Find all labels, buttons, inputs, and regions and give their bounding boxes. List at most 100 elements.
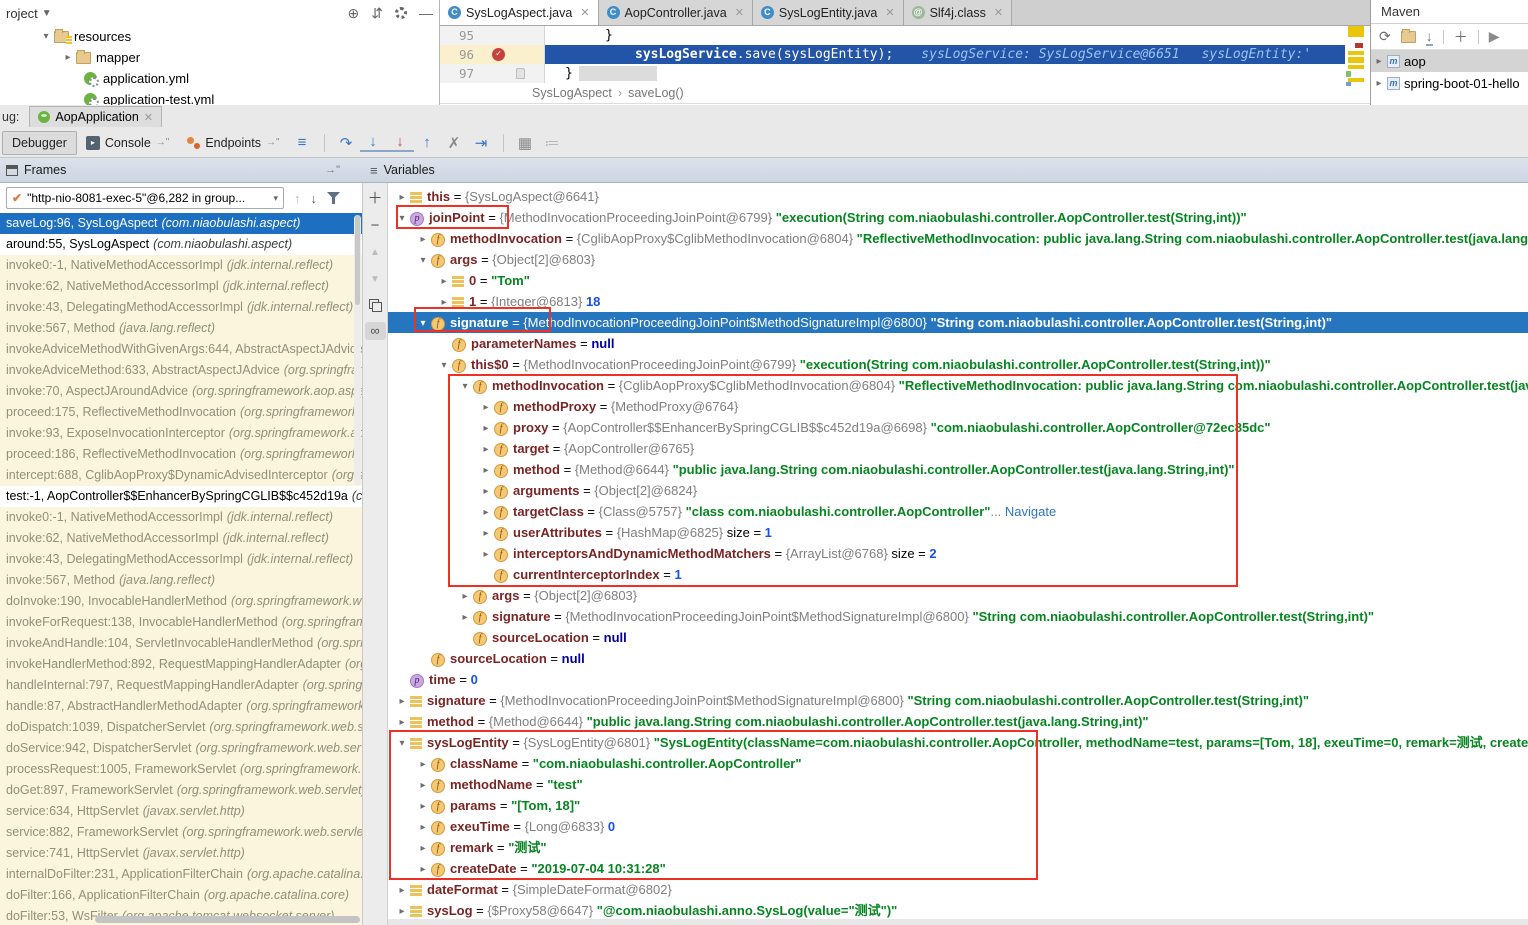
- chevron-right-icon[interactable]: ▸: [478, 523, 494, 543]
- variable-row-userAttributes[interactable]: ▸ f userAttributes = {HashMap@6825} size =…: [388, 522, 1528, 543]
- chevron-right-icon[interactable]: ▸: [415, 775, 431, 795]
- chevron-right-icon[interactable]: ▸: [394, 880, 410, 900]
- variable-row-params[interactable]: ▸ f params = "[Tom, 18]": [388, 795, 1528, 816]
- frame-row[interactable]: invokeHandlerMethod:892, RequestMappingH…: [0, 654, 362, 675]
- frame-row[interactable]: invoke:70, AspectJAroundAdvice (org.sprin…: [0, 381, 362, 402]
- show-options-icon[interactable]: →": [156, 137, 170, 148]
- close-icon[interactable]: ✕: [994, 6, 1003, 19]
- chevron-right-icon[interactable]: ▸: [415, 859, 431, 879]
- chevron-right-icon[interactable]: ▸: [457, 607, 473, 627]
- chevron-down-icon[interactable]: ▼: [42, 8, 52, 19]
- move-up-icon[interactable]: ▲: [370, 245, 380, 261]
- maven-item-spring-boot[interactable]: ▸ m spring-boot-01-hello: [1371, 72, 1528, 94]
- frame-row[interactable]: handleInternal:797, RequestMappingHandle…: [0, 675, 362, 696]
- variable-row-signature[interactable]: ▾ f signature = {MethodInvocationProceedin…: [388, 312, 1528, 333]
- breakpoint-icon[interactable]: ✓: [492, 48, 505, 61]
- variable-row-proxy[interactable]: ▸ f proxy = {AopController$$EnhancerBySpri…: [388, 417, 1528, 438]
- variable-row-methodProxy[interactable]: ▸ f methodProxy = {MethodProxy@6764}: [388, 396, 1528, 417]
- hide-library-frames-icon[interactable]: [327, 192, 340, 204]
- duplicate-icon[interactable]: [369, 299, 382, 312]
- variable-row-createDate[interactable]: ▸ f createDate = "2019-07-04 10:31:28": [388, 858, 1528, 879]
- frame-row[interactable]: doInvoke:190, InvocableHandlerMethod (org…: [0, 591, 362, 612]
- tab-syslogentity[interactable]: C SysLogEntity.java ✕: [752, 0, 904, 25]
- frame-row[interactable]: invoke:43, DelegatingMethodAccessorImpl(…: [0, 549, 362, 570]
- variable-row-method[interactable]: ▸ method = {Method@6644} "public java.lan…: [388, 711, 1528, 732]
- hide-panel-icon[interactable]: —: [419, 5, 433, 21]
- frame-row[interactable]: intercept:688, CglibAopProxy$DynamicAdvi…: [0, 465, 362, 486]
- variable-row-className[interactable]: ▸ f className = "com.niaobulashi.controlle…: [388, 753, 1528, 774]
- chevron-right-icon[interactable]: ▸: [478, 460, 494, 480]
- variable-row-joinPoint[interactable]: ▾ p joinPoint = {MethodInvocationProceedin…: [388, 207, 1528, 228]
- force-step-into-icon[interactable]: ↓: [386, 133, 414, 152]
- tab-syslogaspect[interactable]: C SysLogAspect.java ✕: [440, 0, 599, 25]
- debug-session-tab[interactable]: AopApplication ✕: [29, 106, 163, 127]
- stripe-mark[interactable]: [1346, 82, 1351, 86]
- chevron-right-icon[interactable]: ▸: [478, 397, 494, 417]
- frame-row[interactable]: invoke0:-1, NativeMethodAccessorImpl (jdk…: [0, 255, 362, 276]
- variable-row-methodName[interactable]: ▸ f methodName = "test": [388, 774, 1528, 795]
- chevron-right-icon[interactable]: ▸: [457, 586, 473, 606]
- chevron-right-icon[interactable]: ▸: [394, 901, 410, 921]
- tab-slf4j[interactable]: @ Slf4j.class ✕: [903, 0, 1013, 25]
- frame-row[interactable]: service:741, HttpServlet (javax.servlet.h…: [0, 843, 362, 864]
- collapse-all-icon[interactable]: ⇵: [371, 5, 383, 22]
- breadcrumb-method[interactable]: saveLog(): [628, 86, 684, 100]
- step-over-icon[interactable]: ↷: [333, 134, 360, 152]
- show-options-icon[interactable]: →": [266, 137, 280, 148]
- frame-row[interactable]: proceed:186, ReflectiveMethodInvocation(…: [0, 444, 362, 465]
- frame-row[interactable]: invokeAdviceMethod:633, AbstractAspectJA…: [0, 360, 362, 381]
- chevron-right-icon[interactable]: ▸: [415, 754, 431, 774]
- chevron-down-icon[interactable]: ▾: [457, 376, 473, 396]
- frame-row[interactable]: invoke:62, NativeMethodAccessorImpl (jdk.…: [0, 528, 362, 549]
- next-frame-icon[interactable]: ↓: [311, 191, 318, 206]
- chevron-right-icon[interactable]: ▸: [478, 481, 494, 501]
- breadcrumb[interactable]: SysLogAspect › saveLog(): [440, 83, 1370, 104]
- variable-row-parameterNames[interactable]: f parameterNames = null: [388, 333, 1528, 354]
- chevron-right-icon[interactable]: ▸: [394, 187, 410, 207]
- gear-icon[interactable]: [395, 7, 407, 19]
- close-icon[interactable]: ✕: [885, 6, 894, 19]
- chevron-right-icon[interactable]: ▸: [415, 229, 431, 249]
- frame-row[interactable]: invoke:43, DelegatingMethodAccessorImpl(…: [0, 297, 362, 318]
- variable-row-signature[interactable]: ▸ f signature = {MethodInvocationProceedin…: [388, 606, 1528, 627]
- frame-row[interactable]: doFilter:166, ApplicationFilterChain (org…: [0, 885, 362, 906]
- chevron-right-icon[interactable]: ▸: [1371, 56, 1387, 67]
- variable-row-sysLog[interactable]: ▸ sysLog = {$Proxy58@6647} "@com.niaobula…: [388, 900, 1528, 921]
- settings-icon[interactable]: ≔: [539, 134, 566, 152]
- frame-row[interactable]: invoke:567, Method (java.lang.reflect): [0, 318, 362, 339]
- variable-row-0[interactable]: ▸ 0 = "Tom": [388, 270, 1528, 291]
- variable-row-methodInvocation[interactable]: ▾ f methodInvocation = {CglibAopProxy$Cgli…: [388, 375, 1528, 396]
- chevron-down-icon[interactable]: ▾: [394, 733, 410, 753]
- frame-row[interactable]: internalDoFilter:231, ApplicationFilterC…: [0, 864, 362, 885]
- variable-row-sysLogEntity[interactable]: ▾ sysLogEntity = {SysLogEntity@6801} "Sys…: [388, 732, 1528, 753]
- code-area[interactable]: 95 } 96 ✓ sysLogService.save(sysLogEntit…: [440, 26, 1370, 83]
- add-watch-icon[interactable]: ＋: [367, 191, 382, 207]
- stripe-mark[interactable]: [1348, 26, 1364, 37]
- frame-row[interactable]: doDispatch:1039, DispatcherServlet (org.s…: [0, 717, 362, 738]
- close-icon[interactable]: ✕: [735, 6, 744, 19]
- frame-row[interactable]: invokeAndHandle:104, ServletInvocableHan…: [0, 633, 362, 654]
- tree-item-resources[interactable]: ▾ resources: [0, 26, 439, 47]
- navigate-link[interactable]: Navigate: [1005, 504, 1056, 519]
- gutter[interactable]: 97: [440, 64, 545, 83]
- add-icon[interactable]: ＋: [1454, 27, 1468, 47]
- code-line-97[interactable]: 97 }: [440, 64, 1370, 83]
- tree-item-mapper[interactable]: ▸ mapper: [0, 47, 439, 68]
- frame-row[interactable]: saveLog:96, SysLogAspect (com.niaobulashi…: [0, 213, 362, 234]
- variable-row-sourceLocation[interactable]: f sourceLocation = null: [388, 648, 1528, 669]
- chevron-right-icon[interactable]: ▸: [478, 502, 494, 522]
- frame-row[interactable]: doService:942, DispatcherServlet (org.spr…: [0, 738, 362, 759]
- chevron-right-icon[interactable]: ▸: [1371, 78, 1387, 89]
- variable-row-targetClass[interactable]: ▸ f targetClass = {Class@5757} "class com.…: [388, 501, 1528, 522]
- variable-row-method[interactable]: ▸ f method = {Method@6644} "public java.la…: [388, 459, 1528, 480]
- editor-error-stripe[interactable]: [1345, 26, 1370, 86]
- previous-frame-icon[interactable]: ↑: [294, 191, 301, 206]
- tab-console[interactable]: ▸ Console →": [77, 131, 178, 155]
- code-line-95[interactable]: 95 }: [440, 26, 1370, 45]
- variable-row-target[interactable]: ▸ f target = {AopController@6765}: [388, 438, 1528, 459]
- variable-row-methodInvocation[interactable]: ▸ f methodInvocation = {CglibAopProxy$Cgli…: [388, 228, 1528, 249]
- variables-header[interactable]: ≡ Variables: [340, 163, 435, 178]
- pin-icon[interactable]: →": [325, 164, 340, 176]
- gutter[interactable]: 95: [440, 26, 545, 45]
- chevron-right-icon[interactable]: ▸: [394, 712, 410, 732]
